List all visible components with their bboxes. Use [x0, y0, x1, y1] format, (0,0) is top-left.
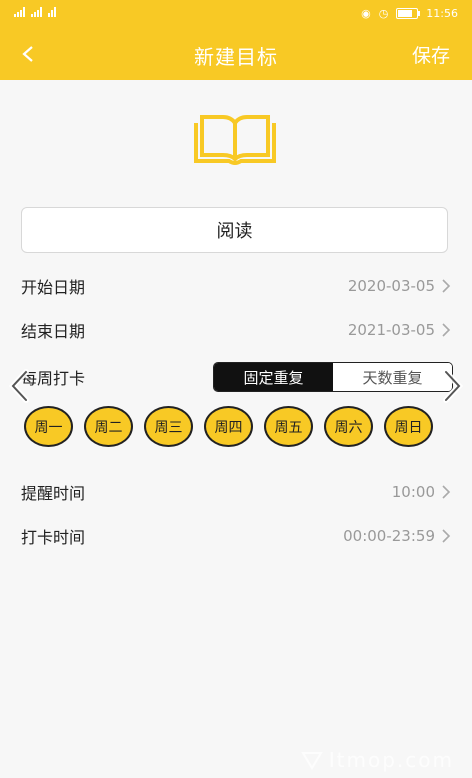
chevron-right-icon[interactable]: [440, 366, 466, 406]
page-title: 新建目标: [194, 45, 278, 69]
end-date-row[interactable]: 结束日期 2021-03-05: [21, 315, 451, 345]
repeat-mode-toggle: 固定重复 天数重复: [213, 362, 453, 392]
start-date-value: 2020-03-05: [347, 277, 435, 295]
reminder-time-value: 10:00: [391, 483, 435, 501]
chevron-left-icon[interactable]: [6, 366, 32, 406]
chevron-right-icon: [442, 529, 451, 543]
checkin-time-value: 00:00-23:59: [343, 527, 435, 545]
weekday-sat[interactable]: 周六: [324, 406, 373, 447]
nav-bar: 新建目标 保存: [0, 28, 472, 80]
end-date-label: 结束日期: [21, 322, 86, 341]
battery-icon: [396, 8, 421, 19]
save-button[interactable]: 保存: [412, 41, 450, 68]
alarm-icon: ◷: [378, 7, 389, 20]
app-header: ◉ ◷ 11:56 新建目标 保存: [0, 0, 472, 80]
weekday-fri[interactable]: 周五: [264, 406, 313, 447]
weekday-thu[interactable]: 周四: [204, 406, 253, 447]
chevron-right-icon: [442, 279, 451, 293]
watermark-text: Itmop.com: [328, 748, 454, 772]
start-date-label: 开始日期: [21, 278, 86, 297]
weekday-tue[interactable]: 周二: [84, 406, 133, 447]
start-date-row[interactable]: 开始日期 2020-03-05: [21, 271, 451, 301]
status-time: 11:56: [426, 7, 458, 20]
wifi-icon: [48, 7, 56, 17]
eye-icon: ◉: [361, 7, 371, 20]
watermark: Itmop.com: [300, 748, 454, 772]
checkin-time-row[interactable]: 打卡时间 00:00-23:59: [21, 521, 451, 551]
chevron-right-icon: [442, 485, 451, 499]
weekday-mon[interactable]: 周一: [24, 406, 73, 447]
book-icon: [194, 115, 276, 165]
goal-name-field[interactable]: 阅读: [21, 207, 448, 253]
reminder-time-label: 提醒时间: [21, 484, 86, 503]
reminder-time-row[interactable]: 提醒时间 10:00: [21, 477, 451, 507]
end-date-value: 2021-03-05: [347, 321, 435, 339]
weekday-sun[interactable]: 周日: [384, 406, 433, 447]
signal-icon: [14, 7, 25, 17]
fixed-repeat-option[interactable]: 固定重复: [214, 363, 333, 391]
status-bar: ◉ ◷ 11:56: [0, 0, 472, 28]
days-repeat-option[interactable]: 天数重复: [333, 363, 452, 391]
watermark-logo-icon: [300, 752, 323, 770]
weekday-wed[interactable]: 周三: [144, 406, 193, 447]
weekday-selector: 周一 周二 周三 周四 周五 周六 周日: [24, 406, 433, 447]
signal-icon-2: [31, 7, 42, 17]
repeat-row: 每周打卡 固定重复 天数重复: [21, 360, 453, 392]
chevron-right-icon: [442, 323, 451, 337]
checkin-time-label: 打卡时间: [21, 528, 86, 547]
